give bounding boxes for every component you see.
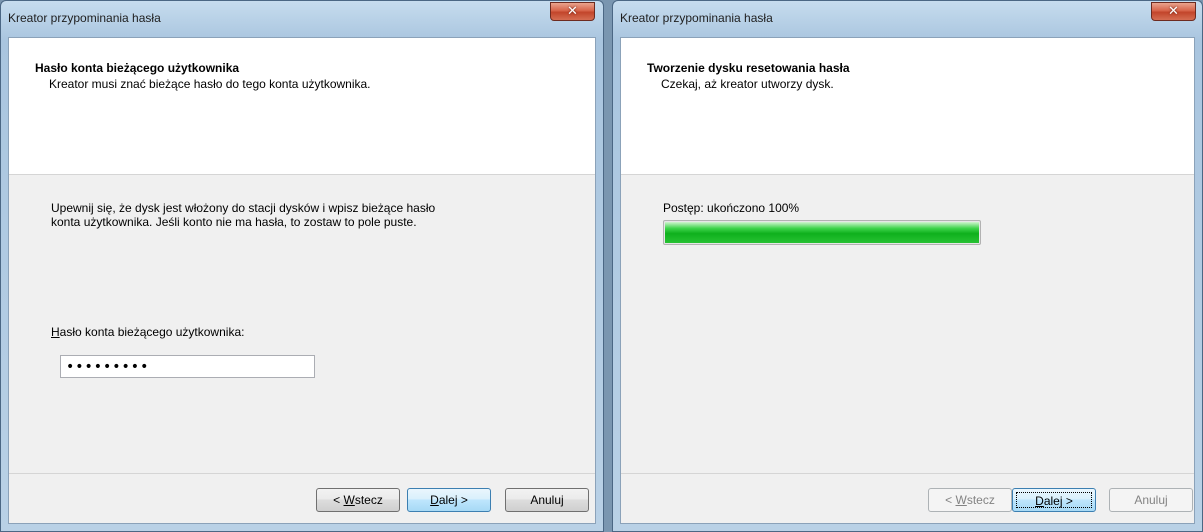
wizard-content: Tworzenie dysku resetowania hasła Czekaj… (620, 37, 1195, 524)
password-wizard-window-left: Kreator przypominania hasła ✕ Hasło kont… (0, 0, 604, 532)
window-title: Kreator przypominania hasła (620, 11, 773, 25)
next-accelerator: D (430, 493, 439, 507)
label-rest: asło konta bieżącego użytkownika: (59, 325, 245, 339)
back-accelerator: W (955, 493, 967, 507)
progress-bar (663, 220, 981, 245)
wizard-content: Hasło konta bieżącego użytkownika Kreato… (8, 37, 596, 524)
back-rest: stecz (966, 493, 995, 507)
current-password-field[interactable] (60, 355, 315, 378)
close-icon: ✕ (567, 4, 578, 19)
wizard-header: Hasło konta bieżącego użytkownika Kreato… (9, 38, 595, 175)
progress-bar-fill (665, 222, 979, 243)
next-button[interactable]: Dalej > (407, 488, 491, 512)
window-title: Kreator przypominania hasła (8, 11, 161, 25)
cancel-button[interactable]: Anuluj (505, 488, 589, 512)
page-subtitle: Czekaj, aż kreator utworzy dysk. (661, 77, 834, 91)
close-button[interactable]: ✕ (550, 2, 595, 21)
next-accelerator: D (1035, 494, 1044, 508)
next-button[interactable]: Dalej > (1012, 488, 1096, 512)
footer-divider (9, 473, 595, 474)
next-rest: alej > (1043, 494, 1073, 508)
title-bar[interactable]: Kreator przypominania hasła ✕ (613, 1, 1202, 37)
close-icon: ✕ (1168, 4, 1179, 19)
back-prefix: < (945, 493, 956, 507)
page-title: Hasło konta bieżącego użytkownika (35, 61, 240, 75)
back-accelerator: W (343, 493, 355, 507)
title-bar[interactable]: Kreator przypominania hasła ✕ (1, 1, 603, 37)
progress-label: Postęp: ukończono 100% (663, 201, 800, 215)
back-button[interactable]: < Wstecz (928, 488, 1012, 512)
page-title: Tworzenie dysku resetowania hasła (647, 61, 850, 75)
password-field-label: Hasło konta bieżącego użytkownika: (51, 325, 244, 339)
page-subtitle: Kreator musi znać bieżące hasło do tego … (49, 77, 371, 91)
next-rest: alej > (438, 493, 468, 507)
back-rest: stecz (354, 493, 383, 507)
wizard-header: Tworzenie dysku resetowania hasła Czekaj… (621, 38, 1194, 175)
focus-ring: Dalej > (1016, 492, 1092, 508)
password-wizard-window-right: Kreator przypominania hasła ✕ Tworzenie … (612, 0, 1203, 532)
back-button[interactable]: < Wstecz (316, 488, 400, 512)
instructions-text: Upewnij się, że dysk jest włożony do sta… (51, 201, 436, 229)
close-button[interactable]: ✕ (1151, 2, 1196, 21)
cancel-button[interactable]: Anuluj (1109, 488, 1193, 512)
label-accelerator: H (51, 325, 60, 339)
back-prefix: < (333, 493, 344, 507)
footer-divider (621, 473, 1194, 474)
